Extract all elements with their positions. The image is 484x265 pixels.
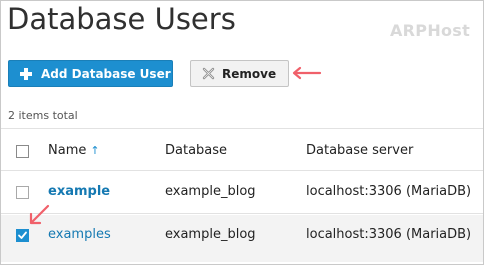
remove-button[interactable]: Remove bbox=[190, 60, 289, 87]
select-all-checkbox[interactable] bbox=[16, 145, 29, 158]
database-name: example_blog bbox=[165, 184, 256, 199]
column-header-database-server[interactable]: Database server bbox=[306, 143, 413, 158]
add-database-user-label: Add Database User bbox=[41, 66, 171, 81]
checkmark-icon bbox=[18, 231, 27, 239]
row-checkbox[interactable] bbox=[16, 186, 29, 199]
column-header-database[interactable]: Database bbox=[165, 143, 227, 158]
watermark-logo: ARPHost bbox=[390, 21, 471, 40]
annotation-arrow-icon bbox=[292, 66, 322, 80]
sort-arrow-icon: ↑ bbox=[90, 144, 100, 157]
user-name-link[interactable]: example bbox=[48, 184, 110, 199]
column-header-name[interactable]: Name ↑ bbox=[48, 143, 100, 158]
user-name-link[interactable]: examples bbox=[48, 227, 111, 242]
database-server: localhost:3306 (MariaDB) bbox=[306, 227, 472, 242]
header-top-rule bbox=[1, 128, 483, 129]
database-server: localhost:3306 (MariaDB) bbox=[306, 184, 472, 199]
header-bottom-rule bbox=[1, 170, 483, 171]
items-total: 2 items total bbox=[8, 109, 78, 122]
row-checkbox-checked[interactable] bbox=[16, 229, 29, 242]
close-icon bbox=[202, 67, 215, 80]
page-title: Database Users bbox=[7, 2, 236, 36]
row-divider bbox=[1, 213, 483, 214]
plus-icon bbox=[20, 67, 32, 80]
database-name: example_blog bbox=[165, 227, 256, 242]
add-database-user-button[interactable]: Add Database User bbox=[8, 60, 173, 87]
annotation-arrow-icon bbox=[29, 204, 50, 225]
remove-label: Remove bbox=[222, 66, 277, 81]
